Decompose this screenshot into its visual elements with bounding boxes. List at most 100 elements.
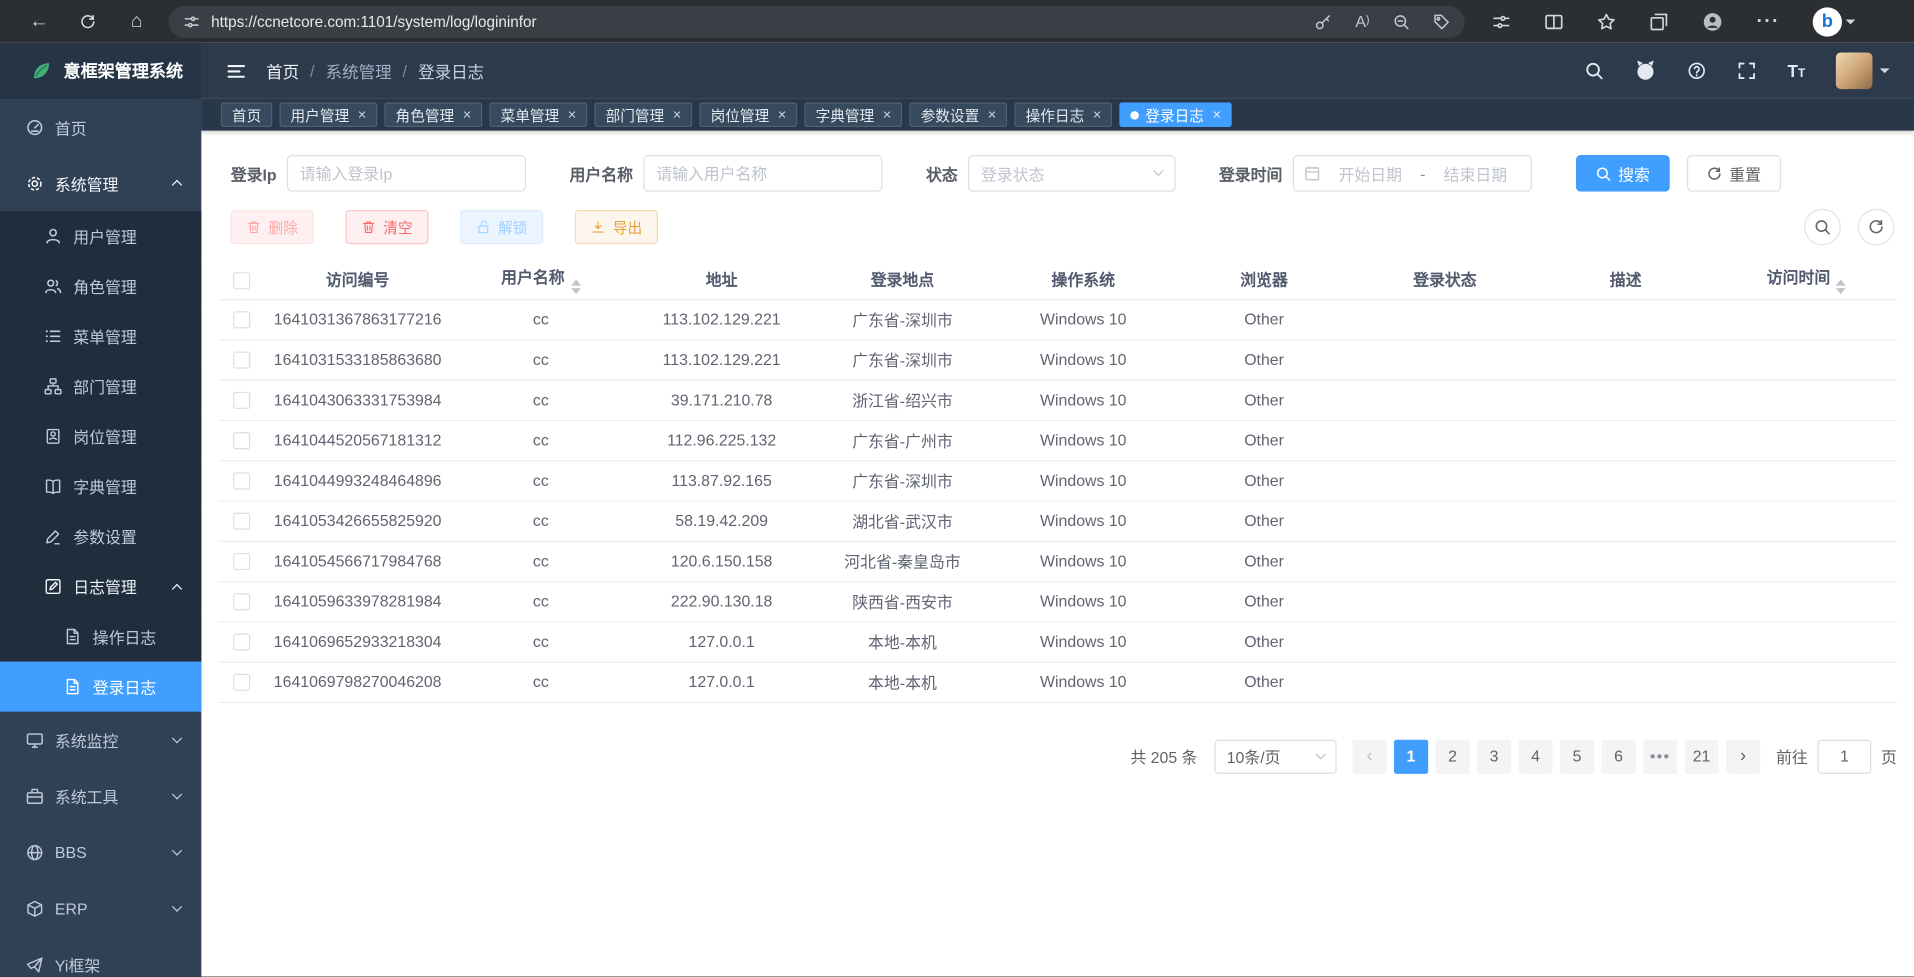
ip-filter-input[interactable]	[286, 155, 525, 192]
tab[interactable]: 菜单管理 ×	[490, 103, 588, 127]
close-icon[interactable]: ×	[778, 107, 787, 122]
page-button[interactable]: 4	[1518, 739, 1552, 773]
page-button[interactable]: 2	[1435, 739, 1469, 773]
favorites-star-icon[interactable]	[1597, 12, 1617, 32]
column-header[interactable]: 浏览器	[1174, 260, 1355, 299]
row-checkbox[interactable]	[233, 352, 250, 369]
bing-caret-icon[interactable]	[1846, 19, 1856, 24]
tab[interactable]: 首页	[221, 103, 272, 127]
avatar[interactable]	[1836, 52, 1873, 89]
sidebar-item[interactable]: 系统监控	[0, 712, 201, 768]
password-key-icon[interactable]	[1315, 13, 1332, 30]
page-button[interactable]: 5	[1560, 739, 1594, 773]
column-header[interactable]: 登录状态	[1354, 260, 1535, 299]
sidebar-item[interactable]: BBS	[0, 824, 201, 880]
sidebar-item[interactable]: Yi框架	[0, 936, 201, 976]
sidebar-item[interactable]: ERP	[0, 880, 201, 936]
show-search-button[interactable]	[1804, 209, 1841, 246]
breadcrumb-home[interactable]: 首页	[266, 59, 299, 83]
zoom-out-icon[interactable]	[1393, 13, 1410, 30]
sidebar-item[interactable]: 操作日志	[0, 612, 201, 662]
row-checkbox[interactable]	[233, 392, 250, 409]
collections-icon[interactable]	[1649, 12, 1669, 32]
reset-button[interactable]: 重置	[1686, 155, 1780, 192]
next-page-button[interactable]: ›	[1726, 739, 1760, 773]
split-screen-icon[interactable]	[1544, 12, 1564, 32]
sort-icon[interactable]	[571, 279, 581, 294]
tab[interactable]: 部门管理 ×	[595, 103, 693, 127]
row-checkbox[interactable]	[233, 312, 250, 329]
row-checkbox[interactable]	[233, 473, 250, 490]
breadcrumb-system[interactable]: 系统管理	[326, 59, 392, 83]
page-button[interactable]: 21	[1684, 739, 1718, 773]
column-header[interactable]: 访问时间	[1716, 260, 1897, 299]
start-date-placeholder[interactable]: 开始日期	[1325, 162, 1415, 185]
row-checkbox[interactable]	[233, 674, 250, 691]
close-icon[interactable]: ×	[568, 107, 577, 122]
column-header[interactable]: 访问编号	[265, 260, 451, 299]
page-button[interactable]: •••	[1643, 739, 1677, 773]
extensions-puzzle-icon[interactable]	[1492, 12, 1512, 32]
close-icon[interactable]: ×	[1093, 107, 1102, 122]
sidebar-item[interactable]: 岗位管理	[0, 411, 201, 461]
export-button[interactable]: 导出	[575, 210, 658, 244]
sort-icon[interactable]	[1836, 279, 1846, 294]
prev-page-button[interactable]: ‹	[1352, 739, 1386, 773]
row-checkbox[interactable]	[233, 594, 250, 611]
fullscreen-icon[interactable]	[1737, 61, 1757, 81]
sidebar-item[interactable]: 首页	[0, 99, 201, 155]
user-menu[interactable]	[1836, 52, 1890, 89]
browser-back-icon[interactable]: ←	[15, 10, 64, 32]
column-header[interactable]: 操作系统	[993, 260, 1174, 299]
column-header[interactable]: 地址	[631, 260, 812, 299]
close-icon[interactable]: ×	[358, 107, 367, 122]
hamburger-icon[interactable]	[226, 60, 247, 81]
sidebar-item[interactable]: 登录日志	[0, 662, 201, 712]
sidebar-item[interactable]: 系统工具	[0, 768, 201, 824]
column-header[interactable]: 用户名称	[450, 260, 631, 299]
sidebar-item[interactable]: 菜单管理	[0, 311, 201, 361]
sidebar-item[interactable]: 角色管理	[0, 261, 201, 311]
shopping-tag-icon[interactable]	[1433, 13, 1450, 30]
help-icon[interactable]	[1687, 61, 1707, 81]
search-button[interactable]: 搜索	[1575, 155, 1669, 192]
tab[interactable]: 参数设置 ×	[910, 103, 1008, 127]
end-date-placeholder[interactable]: 结束日期	[1430, 162, 1520, 185]
tab[interactable]: 角色管理 ×	[385, 103, 483, 127]
site-permissions-icon[interactable]	[183, 13, 200, 30]
address-bar[interactable]: https://ccnetcore.com:1101/system/log/lo…	[168, 5, 1464, 37]
sidebar-item[interactable]: 部门管理	[0, 361, 201, 411]
read-aloud-icon[interactable]: A)	[1355, 12, 1369, 30]
close-icon[interactable]: ×	[1212, 107, 1221, 122]
url-text[interactable]: https://ccnetcore.com:1101/system/log/lo…	[211, 13, 1304, 30]
close-icon[interactable]: ×	[673, 107, 682, 122]
sidebar-item[interactable]: 字典管理	[0, 461, 201, 511]
browser-home-icon[interactable]: ⌂	[112, 10, 161, 32]
tab[interactable]: 岗位管理 ×	[700, 103, 798, 127]
date-range-picker[interactable]: 开始日期 - 结束日期	[1292, 155, 1531, 192]
goto-page-input[interactable]	[1818, 739, 1872, 773]
unlock-button[interactable]: 解锁	[460, 210, 543, 244]
status-filter-select[interactable]: 登录状态	[967, 155, 1175, 192]
row-checkbox[interactable]	[233, 432, 250, 449]
browser-more-icon[interactable]: ···	[1757, 10, 1780, 32]
page-size-select[interactable]: 10条/页	[1215, 739, 1337, 773]
row-checkbox[interactable]	[233, 553, 250, 570]
username-filter-input[interactable]	[643, 155, 882, 192]
column-header[interactable]: 登录地点	[812, 260, 993, 299]
row-checkbox[interactable]	[233, 634, 250, 651]
tab[interactable]: 用户管理 ×	[280, 103, 378, 127]
close-icon[interactable]: ×	[463, 107, 472, 122]
close-icon[interactable]: ×	[883, 107, 892, 122]
delete-button[interactable]: 删除	[231, 210, 314, 244]
clear-button[interactable]: 清空	[345, 210, 428, 244]
page-button[interactable]: 3	[1477, 739, 1511, 773]
close-icon[interactable]: ×	[988, 107, 997, 122]
sidebar-item[interactable]: 系统管理	[0, 155, 201, 211]
column-header[interactable]: 描述	[1535, 260, 1716, 299]
sidebar-item[interactable]: 用户管理	[0, 211, 201, 261]
tab[interactable]: 登录日志 ×	[1120, 103, 1232, 127]
header-search-icon[interactable]	[1585, 61, 1605, 81]
page-button[interactable]: 1	[1394, 739, 1428, 773]
bing-icon[interactable]: b	[1813, 7, 1842, 36]
